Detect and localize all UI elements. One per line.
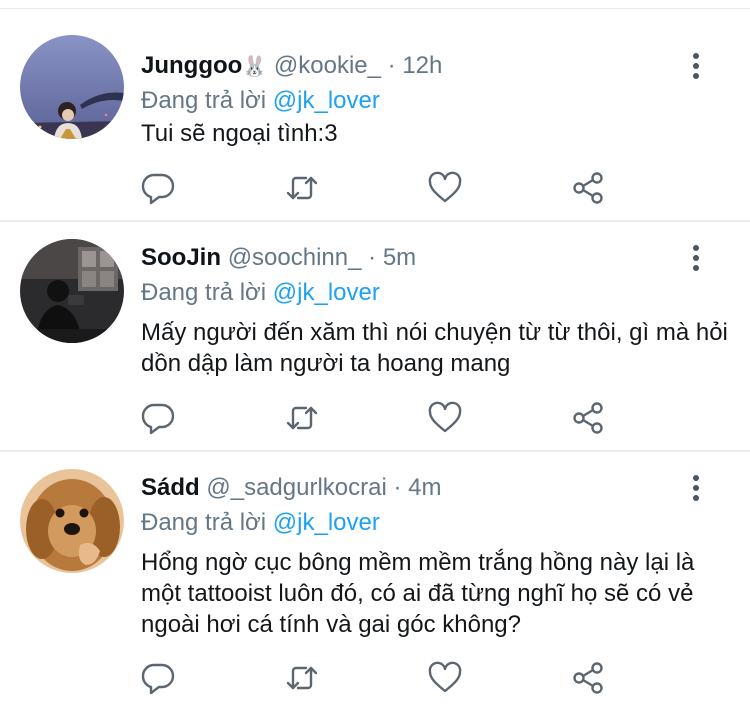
- reply-icon[interactable]: [138, 168, 178, 208]
- like-icon[interactable]: [425, 398, 465, 438]
- tweet-text: Tui sẽ ngoại tình:3: [141, 120, 338, 147]
- avatar[interactable]: [20, 35, 124, 139]
- handle[interactable]: @soochinn_: [228, 244, 362, 271]
- timestamp[interactable]: 4m: [408, 474, 441, 501]
- reply-line: Đang trả lời @jk_lover: [141, 86, 380, 116]
- more-icon[interactable]: [686, 474, 706, 502]
- display-name[interactable]: Sádd: [141, 474, 200, 501]
- share-icon[interactable]: [569, 168, 609, 208]
- tweet-3[interactable]: Sádd @_sadgurlkocrai · 4m Đang trả lời @…: [0, 452, 750, 707]
- tweet-1[interactable]: Junggoo🐰 @kookie_ · 12h Đang trả lời @jk…: [0, 10, 750, 222]
- like-icon[interactable]: [425, 658, 465, 698]
- tweet-text: Mấy người đến xăm thì nói chuyện từ từ t…: [141, 319, 728, 377]
- avatar[interactable]: [20, 239, 124, 343]
- tweet-header: Sádd @_sadgurlkocrai · 4m: [141, 473, 442, 503]
- handle[interactable]: @kookie_: [274, 52, 381, 79]
- reply-prefix: Đang trả lời: [141, 279, 267, 306]
- display-name[interactable]: Junggoo: [141, 52, 242, 79]
- reply-line: Đang trả lời @jk_lover: [141, 508, 380, 538]
- tweet-header: SooJin @soochinn_ · 5m: [141, 243, 416, 273]
- share-icon[interactable]: [569, 398, 609, 438]
- more-icon[interactable]: [686, 244, 706, 272]
- reply-icon[interactable]: [138, 658, 178, 698]
- handle[interactable]: @_sadgurlkocrai: [206, 474, 386, 501]
- retweet-icon[interactable]: [282, 398, 322, 438]
- action-bar: [0, 398, 750, 438]
- timestamp[interactable]: 12h: [402, 52, 442, 79]
- reply-line: Đang trả lời @jk_lover: [141, 278, 380, 308]
- separator: ·: [387, 52, 396, 79]
- reply-mention-link[interactable]: @jk_lover: [273, 279, 380, 306]
- reply-mention-link[interactable]: @jk_lover: [273, 509, 380, 536]
- avatar-photo: [20, 469, 124, 573]
- retweet-icon[interactable]: [282, 168, 322, 208]
- reply-icon[interactable]: [138, 398, 178, 438]
- action-bar: [0, 658, 750, 698]
- reply-prefix: Đang trả lời: [141, 509, 267, 536]
- action-bar: [0, 168, 750, 208]
- like-icon[interactable]: [425, 168, 465, 208]
- avatar[interactable]: [20, 469, 124, 573]
- separator: ·: [393, 474, 402, 501]
- separator: ·: [368, 244, 377, 271]
- name-emoji: 🐰: [242, 56, 268, 78]
- tweet-text: Hổng ngờ cục bông mềm mềm trắng hồng này…: [141, 549, 695, 638]
- display-name[interactable]: SooJin: [141, 244, 221, 271]
- reply-mention-link[interactable]: @jk_lover: [273, 87, 380, 114]
- avatar-photo: [20, 35, 124, 139]
- top-divider: [0, 8, 750, 9]
- timestamp[interactable]: 5m: [383, 244, 416, 271]
- reply-prefix: Đang trả lời: [141, 87, 267, 114]
- more-icon[interactable]: [686, 52, 706, 80]
- avatar-photo: [20, 239, 124, 343]
- tweet-header: Junggoo🐰 @kookie_ · 12h: [141, 51, 442, 82]
- tweet-2[interactable]: SooJin @soochinn_ · 5m Đang trả lời @jk_…: [0, 222, 750, 452]
- retweet-icon[interactable]: [282, 658, 322, 698]
- share-icon[interactable]: [569, 658, 609, 698]
